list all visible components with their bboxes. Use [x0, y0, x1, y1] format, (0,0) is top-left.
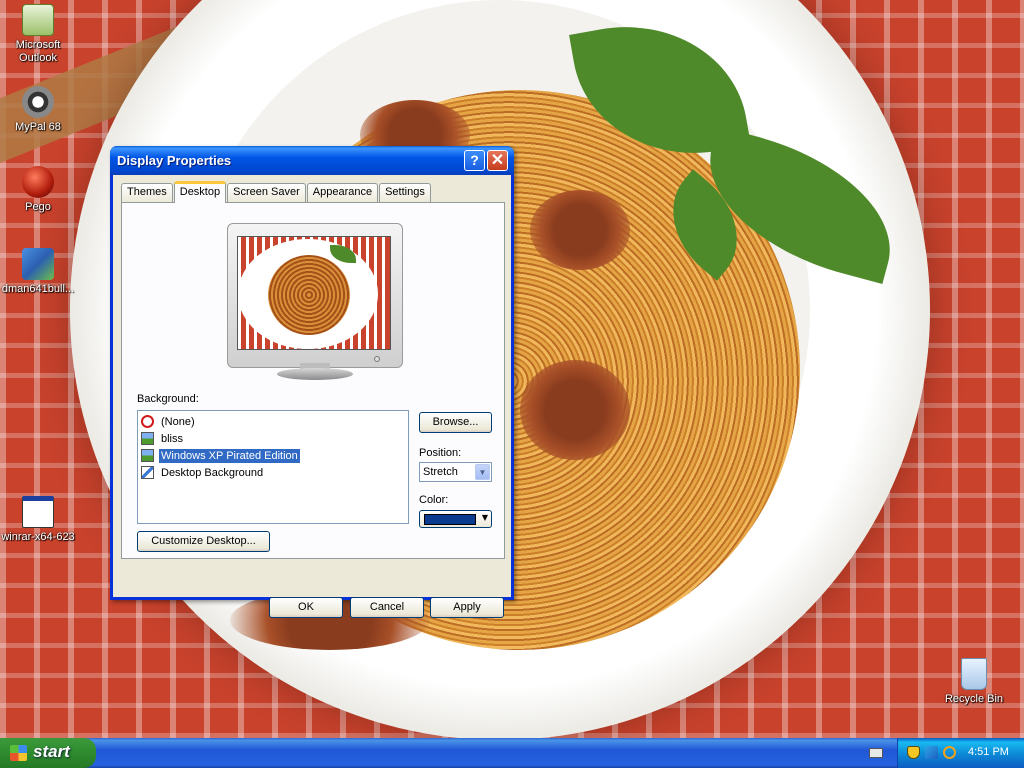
- image-icon: [141, 466, 154, 479]
- image-icon: [141, 449, 154, 462]
- color-label: Color:: [419, 494, 449, 506]
- monitor-power-led: [374, 356, 380, 362]
- desktop-icon-mypal[interactable]: MyPal 68: [0, 86, 76, 134]
- desktop-icon-pego[interactable]: Pego: [0, 166, 76, 214]
- color-swatch: [424, 514, 476, 525]
- system-tray: 4:51 PM: [897, 738, 1024, 768]
- desktop-icon-microsoft-outlook[interactable]: Microsoft Outlook: [0, 4, 76, 65]
- desktop-icon-label: Outlook: [19, 52, 57, 64]
- image-icon: [141, 432, 154, 445]
- list-item-label: Desktop Background: [161, 466, 264, 479]
- browse-button[interactable]: Browse...: [419, 412, 492, 433]
- position-select[interactable]: Stretch ▼: [419, 462, 492, 482]
- desktop-icon-dman641bull[interactable]: dman641bull...: [0, 248, 76, 296]
- monitor-preview: [227, 223, 403, 368]
- chevron-down-icon[interactable]: ▼: [475, 464, 490, 480]
- close-button[interactable]: ✕: [487, 150, 508, 171]
- start-button[interactable]: start: [0, 738, 96, 768]
- none-icon: [141, 415, 154, 428]
- wallpaper-meatball: [520, 360, 630, 460]
- position-value: Stretch: [423, 466, 458, 478]
- list-item-label: bliss: [161, 432, 184, 445]
- desktop-icon-label: MyPal 68: [15, 121, 61, 133]
- ok-button[interactable]: OK: [269, 597, 343, 618]
- installer-icon: [22, 248, 54, 280]
- taskbar: start 4:51 PM: [0, 738, 1024, 768]
- wallpaper-meatball: [530, 190, 630, 270]
- desktop-icon-recycle-bin[interactable]: Recycle Bin: [936, 658, 1012, 706]
- desktop-tab-panel: Background: (None) bliss Windows XP Pira…: [121, 202, 505, 559]
- dialog-client-area: Themes Desktop Screen Saver Appearance S…: [113, 175, 511, 618]
- background-label: Background:: [137, 393, 199, 405]
- tab-desktop[interactable]: Desktop: [173, 181, 227, 203]
- security-shield-icon[interactable]: [907, 746, 920, 759]
- windows-flag-icon: [10, 745, 27, 761]
- customize-desktop-button[interactable]: Customize Desktop...: [137, 531, 270, 552]
- desktop-icon-label: Recycle Bin: [944, 693, 1004, 705]
- list-item[interactable]: bliss: [141, 430, 405, 447]
- clock[interactable]: 4:51 PM: [968, 746, 1009, 758]
- monitor-stand: [277, 368, 353, 380]
- tab-themes[interactable]: Themes: [121, 183, 173, 202]
- list-item[interactable]: (None): [141, 413, 405, 430]
- preview-spaghetti: [268, 255, 350, 335]
- list-item-label: Windows XP Pirated Edition: [158, 447, 301, 464]
- apply-button[interactable]: Apply: [430, 597, 504, 618]
- list-item[interactable]: Desktop Background: [141, 464, 405, 481]
- outlook-icon: [22, 4, 54, 36]
- cancel-button[interactable]: Cancel: [350, 597, 424, 618]
- desktop-icon-label: winrar-x64-623: [1, 531, 75, 543]
- display-properties-dialog: Display Properties ? ✕ Themes Desktop Sc…: [110, 146, 514, 618]
- desktop-icon-winrar[interactable]: winrar-x64-623: [0, 496, 76, 544]
- desktop-icon-label: Microsoft: [15, 39, 61, 51]
- raccoon-icon: [22, 86, 54, 118]
- dialog-titlebar[interactable]: Display Properties ? ✕: [110, 146, 514, 175]
- pego-icon: [22, 166, 54, 198]
- background-listbox[interactable]: (None) bliss Windows XP Pirated Edition …: [137, 410, 409, 524]
- desktop-icon-label: Pego: [25, 201, 51, 213]
- tab-screen-saver[interactable]: Screen Saver: [227, 183, 306, 202]
- search-icon[interactable]: [943, 746, 956, 759]
- dialog-title: Display Properties: [117, 153, 232, 168]
- window-icon: [22, 496, 54, 528]
- list-item-selected[interactable]: Windows XP Pirated Edition: [141, 447, 405, 464]
- list-item-label: (None): [161, 415, 195, 428]
- wallpaper-preview: [237, 236, 391, 350]
- start-label: start: [33, 742, 70, 761]
- tab-strip: Themes Desktop Screen Saver Appearance S…: [121, 181, 432, 203]
- position-label: Position:: [419, 447, 462, 459]
- tab-appearance[interactable]: Appearance: [306, 183, 379, 202]
- keyboard-icon[interactable]: [869, 748, 883, 758]
- network-icon[interactable]: [925, 746, 938, 759]
- desktop-icon-label: dman641bull...: [1, 283, 75, 295]
- tab-settings[interactable]: Settings: [379, 183, 431, 202]
- color-picker-button[interactable]: ▼: [419, 510, 492, 528]
- chevron-down-icon: ▼: [481, 513, 488, 522]
- recycle-bin-icon: [961, 658, 987, 690]
- help-button[interactable]: ?: [464, 150, 485, 171]
